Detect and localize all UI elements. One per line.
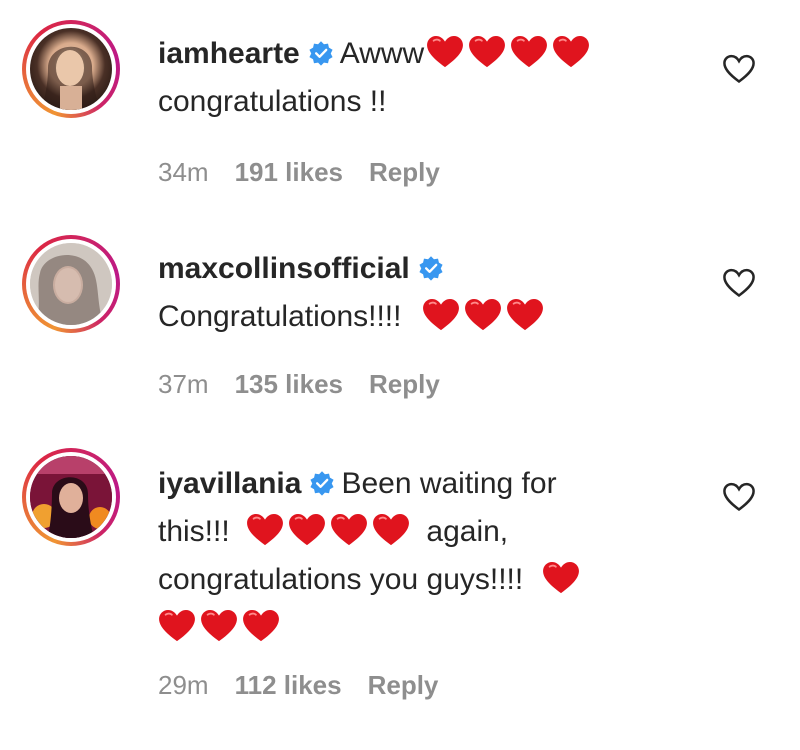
comment-likes[interactable]: 191 likes (235, 157, 343, 187)
comment-meta: 37m 135 likes Reply (158, 369, 466, 400)
comment-text: Been waiting for (341, 467, 557, 500)
red-heart-emoji (200, 609, 238, 643)
avatar[interactable] (22, 448, 120, 546)
comment-likes[interactable]: 135 likes (235, 369, 343, 399)
red-heart-emoji (422, 298, 460, 332)
verified-badge-icon (309, 470, 335, 496)
comment-username[interactable]: iamhearte (158, 37, 300, 70)
comment-meta: 29m 112 likes Reply (158, 670, 464, 701)
comment-text: congratulations !! (158, 85, 387, 118)
comment-likes[interactable]: 112 likes (235, 670, 342, 700)
comment-time[interactable]: 29m (158, 670, 209, 700)
red-heart-emoji (464, 298, 502, 332)
avatar[interactable] (22, 20, 120, 118)
comment-time[interactable]: 34m (158, 157, 209, 187)
heart-outline-icon[interactable] (722, 482, 756, 512)
verified-badge-icon (418, 255, 444, 281)
heart-outline-icon[interactable] (722, 54, 756, 84)
comment-text: Awww (339, 37, 425, 70)
comment-text: Congratulations!!!! (158, 300, 402, 333)
comment-body: iyavillania Been waiting for this!!! agai… (158, 460, 658, 652)
comment-text: again, (426, 515, 509, 548)
red-heart-emoji (242, 609, 280, 643)
red-heart-emoji (330, 513, 368, 547)
red-heart-emoji (372, 513, 410, 547)
comment-body: maxcollinsofficial Congratulations!!!! (158, 245, 658, 341)
red-heart-emoji (158, 609, 196, 643)
reply-button[interactable]: Reply (369, 369, 440, 399)
comment-meta: 34m 191 likes Reply (158, 157, 466, 188)
red-heart-emoji (510, 35, 548, 69)
heart-outline-icon[interactable] (722, 268, 756, 298)
comment-username[interactable]: iyavillania (158, 467, 301, 500)
comment-text: congratulations you guys!!!! (158, 563, 524, 596)
comment-text: this!!! (158, 515, 230, 548)
red-heart-emoji (288, 513, 326, 547)
comment-time[interactable]: 37m (158, 369, 209, 399)
comment-body: iamhearte Awww congratulations !! (158, 30, 658, 126)
comment-username[interactable]: maxcollinsofficial (158, 252, 410, 285)
verified-badge-icon (308, 40, 334, 66)
reply-button[interactable]: Reply (368, 670, 439, 700)
red-heart-emoji (552, 35, 590, 69)
red-heart-emoji (468, 35, 506, 69)
reply-button[interactable]: Reply (369, 157, 440, 187)
avatar[interactable] (22, 235, 120, 333)
red-heart-emoji (506, 298, 544, 332)
red-heart-emoji (246, 513, 284, 547)
red-heart-emoji (542, 561, 580, 595)
red-heart-emoji (426, 35, 464, 69)
